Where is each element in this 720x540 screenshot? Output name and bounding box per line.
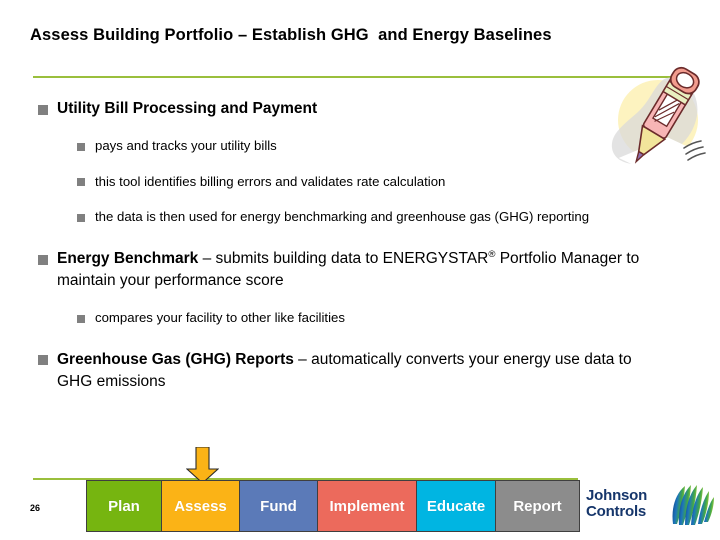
bullet-level2: compares your facility to other like fac…	[30, 309, 660, 328]
nav-tile-label: Assess	[174, 497, 227, 515]
bullet-text: the data is then used for energy benchma…	[95, 209, 590, 225]
nav-tile-educate[interactable]: Educate	[417, 481, 496, 531]
nav-tile-label: Educate	[426, 497, 486, 515]
bullet-text: this tool identifies billing errors and …	[95, 173, 446, 189]
slide: Assess Building Portfolio – Establish GH…	[0, 0, 720, 540]
bullet-text: pays and tracks your utility bills	[95, 138, 277, 153]
bullet-level1: Utility Bill Processing and Payment	[30, 98, 660, 120]
bullet-square-icon	[38, 254, 48, 265]
bullet-lead-text: Utility Bill Processing and Payment	[57, 100, 318, 117]
bullet-square-icon	[38, 355, 48, 366]
bullet-level2: pays and tracks your utility bills	[30, 137, 660, 156]
nav-tile-fund[interactable]: Fund	[240, 481, 318, 531]
bullet-square-icon	[77, 214, 85, 222]
nav-tile-plan[interactable]: Plan	[87, 481, 162, 531]
bullet-text: compares your facility to other like fac…	[95, 310, 345, 326]
bullet-list: Utility Bill Processing and Payment pays…	[30, 98, 660, 393]
bullet-square-icon	[77, 178, 85, 187]
bullet-lead-text: Greenhouse Gas (GHG) Reports	[57, 350, 294, 368]
johnson-controls-logo: Johnson Controls	[586, 482, 716, 532]
logo-wordmark: Johnson Controls	[586, 488, 647, 520]
logo-line-1: Johnson	[586, 487, 648, 504]
title-divider	[33, 76, 681, 78]
process-navbar: Plan Assess Fund Implement Educate Repor…	[86, 480, 580, 532]
bullet-text: – submits building data to ENERGYSTAR	[198, 250, 489, 268]
nav-tile-report[interactable]: Report	[496, 481, 579, 531]
nav-tile-label: Report	[513, 497, 562, 515]
logo-line-2: Controls	[586, 502, 647, 520]
bullet-square-icon	[77, 314, 85, 323]
nav-tile-label: Fund	[260, 497, 297, 515]
bullet-square-icon	[38, 104, 48, 115]
nav-tile-label: Plan	[108, 497, 140, 515]
page-number: 26	[30, 503, 41, 513]
bullet-level2: this tool identifies billing errors and …	[30, 173, 660, 192]
bullet-lead-text: Energy Benchmark	[57, 250, 199, 268]
bullet-level1: Greenhouse Gas (GHG) Reports – automatic…	[30, 349, 660, 393]
bullet-level1: Energy Benchmark – submits building data…	[30, 248, 660, 292]
bullet-level2: the data is then used for energy benchma…	[30, 208, 660, 227]
bullet-square-icon	[77, 142, 85, 151]
nav-tile-implement[interactable]: Implement	[318, 481, 417, 531]
nav-tile-label: Implement	[329, 497, 405, 515]
page-title: Assess Building Portfolio – Establish GH…	[30, 26, 552, 44]
nav-tile-assess[interactable]: Assess	[162, 481, 240, 531]
active-step-arrow-icon	[185, 446, 220, 484]
johnson-controls-swoosh-icon	[664, 482, 716, 528]
